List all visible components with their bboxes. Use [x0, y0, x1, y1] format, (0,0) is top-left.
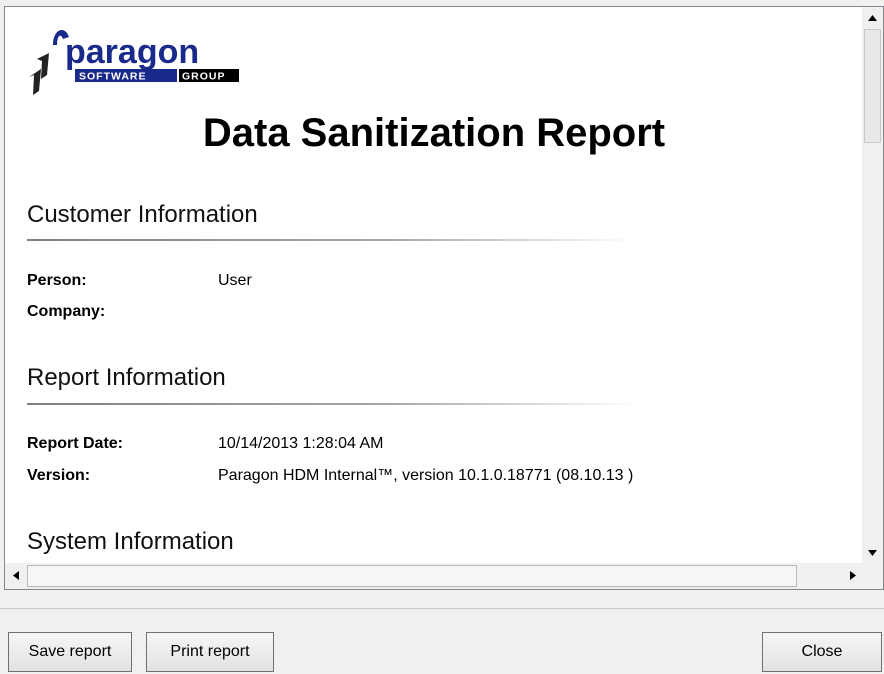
paragon-logo: paragon SOFTWARE GROUP [29, 30, 239, 95]
svg-text:GROUP: GROUP [182, 71, 226, 83]
report-info-heading: Report Information [27, 364, 226, 391]
save-report-button[interactable]: Save report [8, 632, 132, 672]
scrollbar-corner [862, 563, 883, 589]
close-button[interactable]: Close [762, 632, 882, 672]
report-date-value: 10/14/2013 1:28:04 AM [218, 435, 384, 452]
section-divider [27, 403, 637, 405]
horizontal-scrollbar[interactable] [5, 563, 863, 589]
triangle-up-icon [868, 14, 877, 21]
person-value: User [218, 272, 252, 289]
report-viewer: paragon SOFTWARE GROUP Data Sanitization… [4, 6, 884, 590]
vertical-scrollbar[interactable] [862, 7, 883, 563]
scroll-down-button[interactable] [862, 542, 883, 563]
triangle-left-icon [12, 571, 19, 580]
vertical-scroll-thumb[interactable] [864, 29, 881, 143]
svg-text:SOFTWARE: SOFTWARE [79, 71, 147, 83]
person-label: Person: [27, 272, 87, 289]
svg-text:paragon: paragon [65, 33, 199, 71]
report-title: Data Sanitization Report [202, 111, 666, 155]
version-label: Version: [27, 467, 91, 484]
footer-separator [0, 608, 884, 609]
print-report-button[interactable]: Print report [146, 632, 274, 672]
company-label: Company: [27, 303, 106, 320]
report-content: paragon SOFTWARE GROUP Data Sanitization… [5, 7, 863, 563]
scroll-left-button[interactable] [5, 565, 26, 586]
system-info-heading: System Information [27, 528, 234, 555]
version-value: Paragon HDM Internal™, version 10.1.0.18… [218, 467, 634, 484]
customer-info-heading: Customer Information [27, 201, 258, 228]
section-divider [27, 239, 637, 241]
horizontal-scroll-thumb[interactable] [27, 565, 797, 587]
triangle-right-icon [849, 571, 856, 580]
scroll-up-button[interactable] [862, 7, 883, 28]
triangle-down-icon [868, 549, 877, 556]
scroll-right-button[interactable] [842, 565, 863, 586]
report-date-label: Report Date: [27, 435, 124, 452]
